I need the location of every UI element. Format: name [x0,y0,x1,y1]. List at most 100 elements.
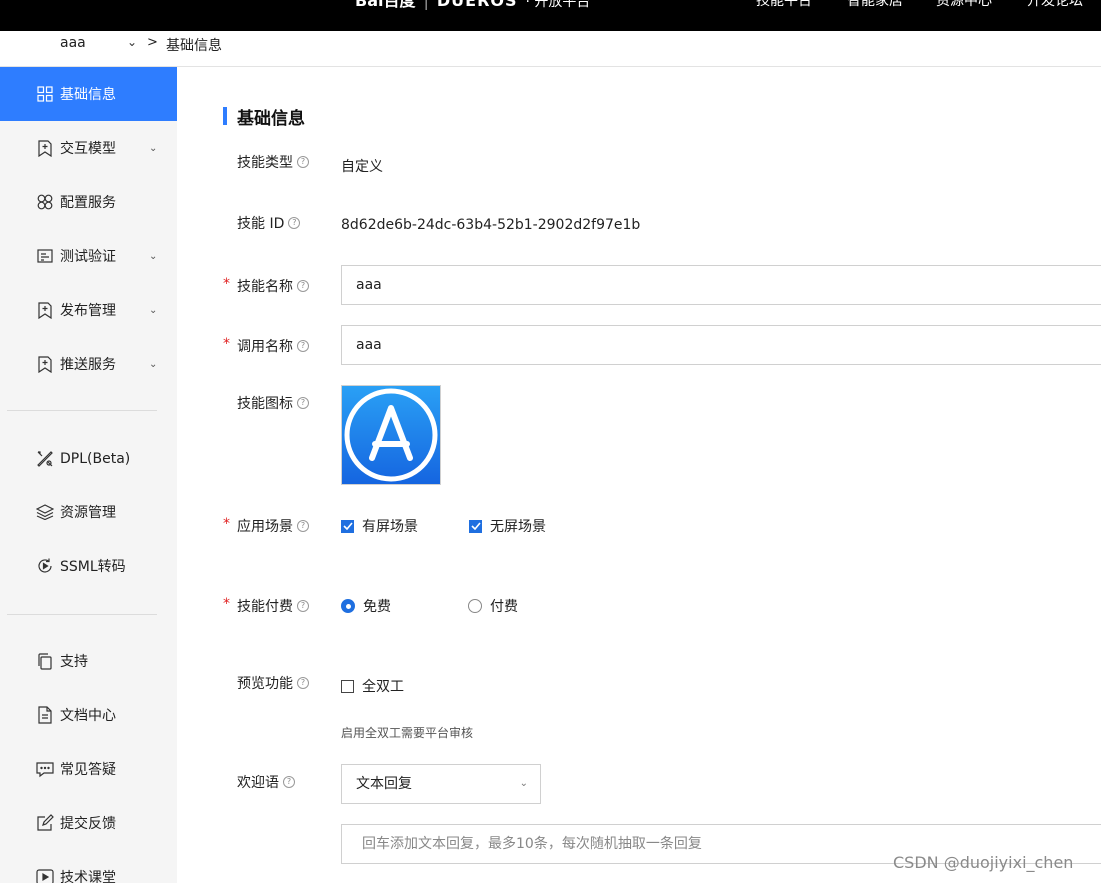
chevron-down-icon: ⌄ [149,358,158,370]
help-icon[interactable]: ? [297,340,309,352]
sidebar-item-resources[interactable]: 资源管理 [0,485,177,539]
help-icon[interactable]: ? [297,156,309,168]
required-mark: * [223,276,230,292]
skill-name-input[interactable]: aaa [341,265,1101,305]
tools-icon [36,450,54,468]
sidebar-item-publish[interactable]: 发布管理 ⌄ [0,283,177,337]
edit-icon [36,814,54,832]
payment-paid-radio[interactable]: 付费 [468,596,518,616]
watermark: CSDN @duojiyixi_chen [893,853,1074,872]
sidebar-item-ssml[interactable]: SSML转码 [0,539,177,593]
document-icon [36,706,54,724]
required-mark: * [223,596,230,612]
chevron-down-icon: ⌄ [149,304,158,316]
chevron-down-icon: ⌄ [149,142,158,154]
required-mark: * [223,336,230,352]
brand-baidu: Bai百度 [355,0,416,10]
skill-name-label: 技能名称? [237,276,309,296]
help-icon[interactable]: ? [297,397,309,409]
required-mark: * [223,516,230,532]
video-icon [36,868,54,883]
full-duplex-checkbox[interactable]: 全双工 [341,676,404,696]
sidebar-item-support[interactable]: 支持 [0,634,177,688]
topnav-skill-platform[interactable]: 技能平台 [756,0,812,11]
skill-switcher[interactable]: aaa [60,35,86,51]
radio-checked-icon [341,599,355,613]
topnav-dev-forum[interactable]: 开发论坛 [1027,0,1083,11]
sidebar-item-tech-class[interactable]: 技术课堂 [0,850,177,883]
checkbox-checked-icon [469,519,482,533]
bookmark-plus-icon [36,301,54,319]
sidebar-item-feedback[interactable]: 提交反馈 [0,796,177,850]
scenario-no-screen-checkbox[interactable]: 无屏场景 [469,516,546,536]
sidebar-item-label: SSML转码 [60,559,126,575]
layers-icon [36,503,54,521]
checkbox-checked-icon [341,519,354,533]
skill-icon-label: 技能图标? [237,393,309,413]
bookmark-plus-icon [36,139,54,157]
sidebar-item-label: 发布管理 [60,303,116,319]
sidebar-item-label: 常见答疑 [60,762,116,778]
sidebar: 基础信息 交互模型 ⌄ 配置服务 测试验证 ⌄ 发布管理 ⌄ 推送服务 ⌄ DP… [0,67,177,883]
payment-free-radio[interactable]: 免费 [341,596,391,616]
sidebar-item-label: 技术课堂 [60,870,116,883]
copy-icon [36,652,54,670]
sidebar-item-label: 资源管理 [60,505,116,521]
refresh-play-icon [36,557,54,575]
breadcrumb-current: 基础信息 [166,38,222,54]
help-icon[interactable]: ? [297,677,309,689]
help-icon[interactable]: ? [283,776,295,788]
topnav-smart-home[interactable]: 智能家居 [847,0,903,11]
sidebar-item-basic-info[interactable]: 基础信息 [0,67,177,121]
help-icon[interactable]: ? [288,217,301,229]
sidebar-item-label: 提交反馈 [60,816,116,832]
chevron-down-icon: ⌄ [149,250,158,262]
skill-id-value: 8d62de6b-24dc-63b4-52b1-2902d2f97e1b [341,217,641,233]
terminal-icon [36,247,54,265]
chat-icon [36,760,54,778]
help-icon[interactable]: ? [297,600,309,612]
scenario-label: 应用场景? [237,516,309,536]
sidebar-divider [7,614,157,615]
sidebar-item-label: 支持 [60,654,88,670]
brand-dueros: DUEROS [436,0,518,10]
clover-icon [36,193,54,211]
invoke-name-input[interactable]: aaa [341,325,1101,365]
welcome-label: 欢迎语? [237,772,295,792]
section-accent-bar [223,107,227,125]
skill-id-label: 技能 ID? [237,213,301,233]
help-icon[interactable]: ? [297,520,309,532]
sidebar-item-label: DPL(Beta) [60,451,131,467]
sidebar-item-label: 文档中心 [60,708,116,724]
welcome-type-select[interactable]: 文本回复 ⌄ [341,764,541,804]
checkbox-unchecked-icon [341,679,354,693]
app-store-icon[interactable] [341,385,441,485]
skill-type-label: 技能类型? [237,152,309,172]
sidebar-item-label: 推送服务 [60,357,116,373]
sidebar-item-interaction-model[interactable]: 交互模型 ⌄ [0,121,177,175]
sidebar-item-config-service[interactable]: 配置服务 [0,175,177,229]
sidebar-item-push-service[interactable]: 推送服务 ⌄ [0,337,177,391]
preview-label: 预览功能? [237,673,309,693]
sidebar-item-label: 交互模型 [60,141,116,157]
scenario-screen-checkbox[interactable]: 有屏场景 [341,516,418,536]
breadcrumb-separator: > [147,35,158,50]
sidebar-item-label: 配置服务 [60,195,116,211]
radio-unchecked-icon [468,599,482,613]
sidebar-item-docs[interactable]: 文档中心 [0,688,177,742]
skill-type-value: 自定义 [341,159,383,175]
grid-icon [36,85,54,103]
sidebar-divider [7,410,157,411]
section-title: 基础信息 [237,109,305,129]
brand-logo[interactable]: Bai百度 | DUEROS · 开放平台 [355,0,590,11]
invoke-name-label: 调用名称? [237,336,309,356]
help-icon[interactable]: ? [297,280,309,292]
breadcrumb: aaa ⌄ > 基础信息 [0,31,1101,67]
sidebar-item-label: 基础信息 [60,87,116,103]
bookmark-plus-icon [36,355,54,373]
chevron-down-icon[interactable]: ⌄ [127,35,137,49]
topnav-resource-center[interactable]: 资源中心 [936,0,992,11]
sidebar-item-faq[interactable]: 常见答疑 [0,742,177,796]
sidebar-item-dpl[interactable]: DPL(Beta) [0,432,177,486]
sidebar-item-testing[interactable]: 测试验证 ⌄ [0,229,177,283]
